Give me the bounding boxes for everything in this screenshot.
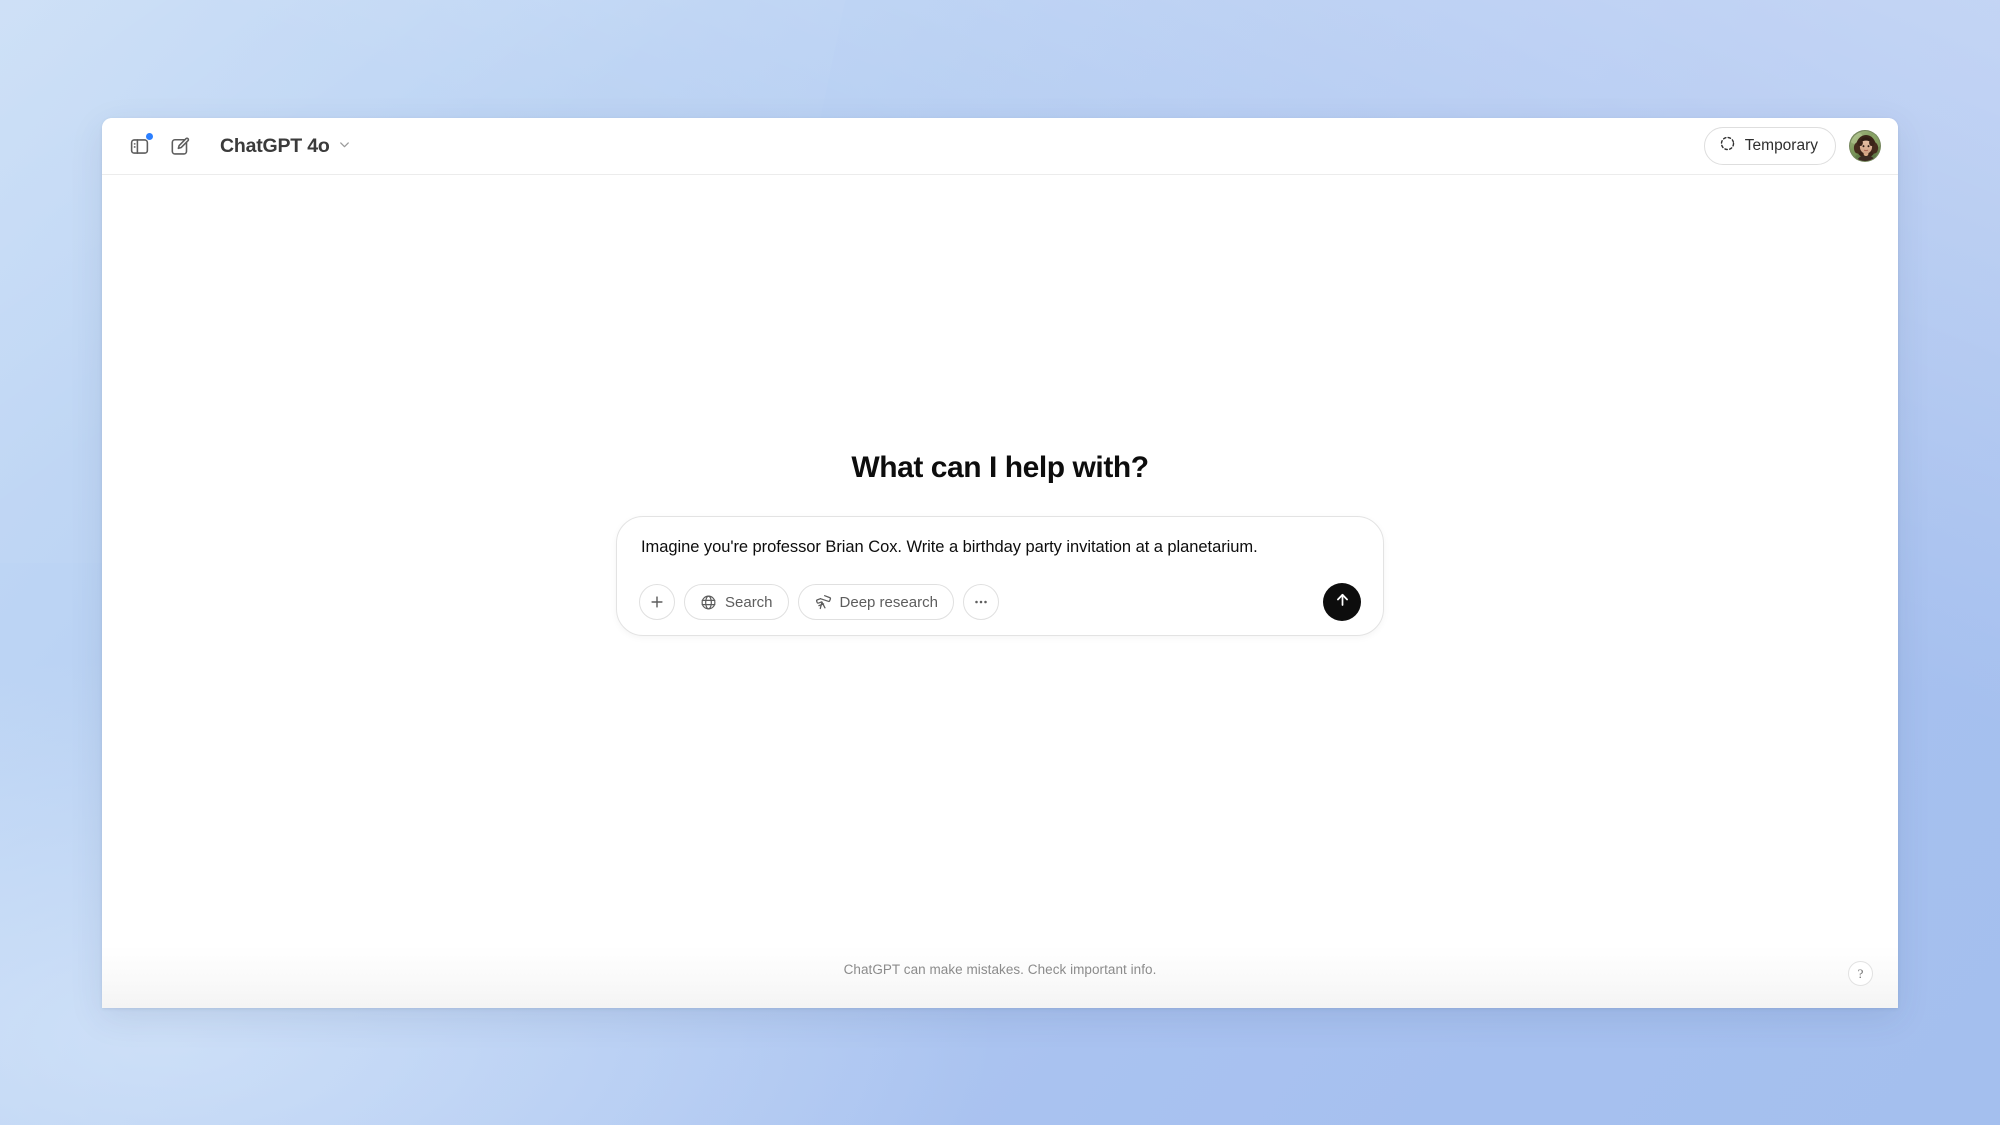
dashed-circle-icon — [1719, 135, 1736, 157]
ellipsis-icon — [972, 593, 990, 611]
composer-toolbar: Search Deep research — [639, 583, 1361, 621]
arrow-up-icon — [1333, 590, 1352, 614]
chatgpt-window: ChatGPT 4o Temporary What can I help wit… — [102, 118, 1898, 1008]
new-chat-button[interactable] — [162, 129, 196, 163]
page-title: What can I help with? — [851, 451, 1149, 484]
notification-badge-dot — [145, 132, 154, 141]
composer-box: Imagine you're professor Brian Cox. Writ… — [616, 516, 1384, 636]
top-bar: ChatGPT 4o Temporary — [102, 118, 1898, 175]
footer-note-text: ChatGPT can make mistakes. Check importa… — [843, 962, 1157, 977]
help-button[interactable]: ? — [1848, 961, 1873, 986]
user-avatar-photo — [1850, 131, 1880, 161]
more-tools-button[interactable] — [962, 584, 999, 620]
globe-icon — [700, 594, 717, 611]
send-button[interactable] — [1323, 583, 1361, 621]
search-tool-label: Search — [725, 593, 773, 611]
deep-research-label: Deep research — [839, 593, 938, 611]
avatar[interactable] — [1849, 130, 1881, 162]
temporary-chat-label: Temporary — [1744, 137, 1818, 154]
composer-area: What can I help with? Imagine you're pro… — [616, 451, 1384, 636]
attach-button[interactable] — [639, 584, 675, 620]
deep-research-button[interactable]: Deep research — [797, 584, 954, 620]
chevron-down-icon — [337, 137, 352, 157]
model-name-label: ChatGPT 4o — [220, 134, 330, 157]
plus-icon — [648, 593, 666, 611]
footer-disclaimer: ChatGPT can make mistakes. Check importa… — [102, 946, 1898, 1008]
sidebar-toggle-button[interactable] — [122, 129, 156, 163]
search-tool-button[interactable]: Search — [684, 584, 789, 620]
compose-pencil-icon — [169, 136, 190, 157]
prompt-input[interactable]: Imagine you're professor Brian Cox. Writ… — [639, 536, 1361, 560]
model-selector[interactable]: ChatGPT 4o — [210, 129, 362, 164]
top-bar-right-group: Temporary — [1703, 127, 1881, 165]
main-content: What can I help with? Imagine you're pro… — [102, 175, 1898, 1008]
temporary-chat-button[interactable]: Temporary — [1703, 127, 1836, 165]
telescope-icon — [814, 593, 832, 611]
